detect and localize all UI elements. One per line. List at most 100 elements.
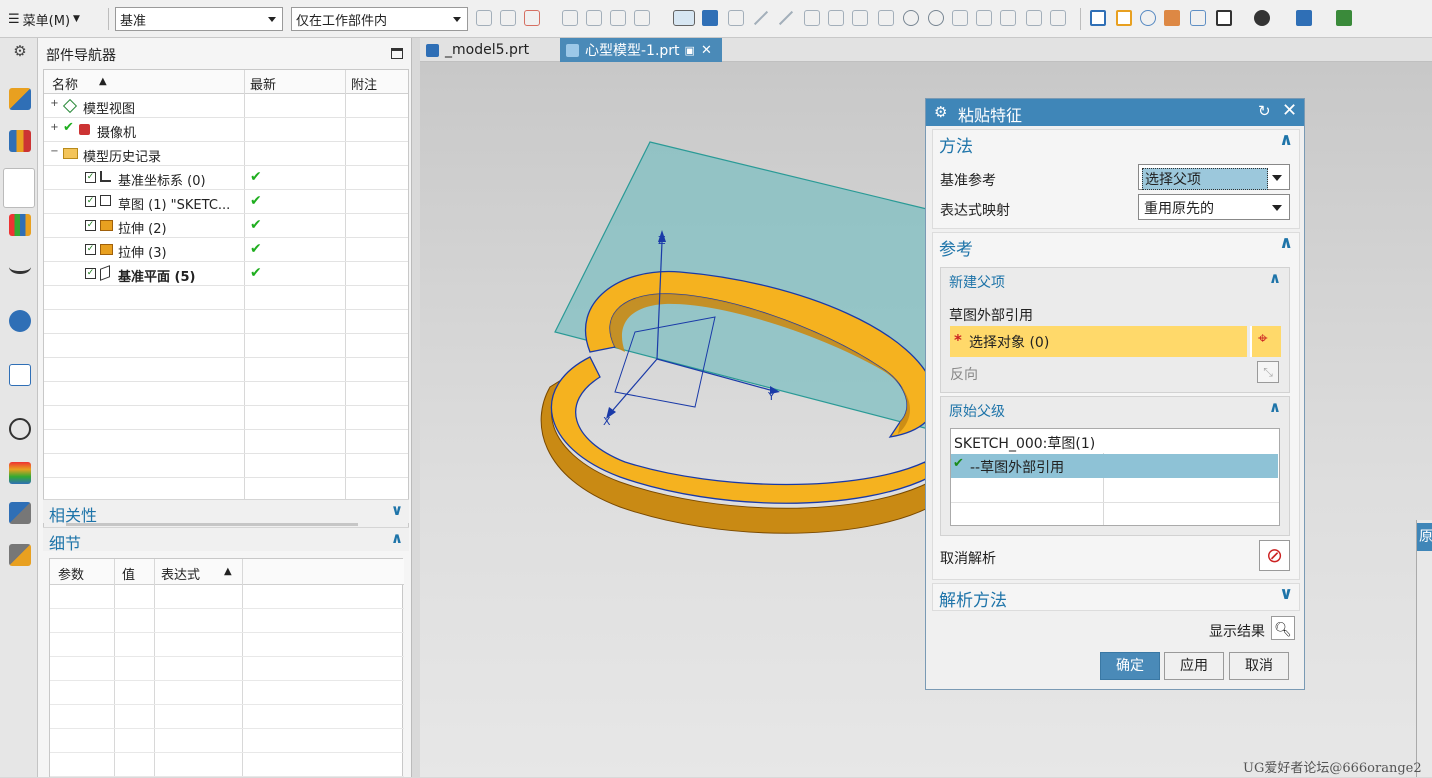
control-point-snap-icon[interactable]	[828, 10, 844, 26]
history-icon[interactable]	[9, 418, 31, 440]
visibility-checkbox[interactable]: ✓	[85, 268, 96, 279]
menu-button[interactable]: ☰ 菜单(M) ▼	[8, 8, 80, 30]
chevron-down-icon[interactable]: ∨	[391, 501, 403, 519]
expr-map-dropdown[interactable]: 重用原先的	[1138, 194, 1290, 220]
snap-point-icon[interactable]	[728, 10, 744, 26]
view-cube-icon[interactable]	[1296, 10, 1312, 26]
rotate-view-icon[interactable]	[1140, 10, 1156, 26]
close-icon[interactable]: ✕	[1282, 100, 1297, 121]
expand-icon[interactable]: +	[50, 99, 59, 109]
collapse-icon[interactable]: −	[50, 147, 59, 157]
chevron-up-icon[interactable]: ∧	[391, 529, 403, 547]
process-studio-icon[interactable]	[9, 502, 31, 524]
part-navigator-icon[interactable]	[3, 168, 35, 208]
list-item-selected[interactable]: ✔ --草图外部引用	[951, 454, 1278, 478]
resolve-method-header[interactable]: 解析方法	[939, 586, 1007, 611]
selection-filter-dropdown[interactable]: 基准	[115, 7, 283, 31]
solid-body-icon[interactable]	[702, 10, 718, 26]
zoom-icon[interactable]	[1116, 10, 1132, 26]
existing-point-snap-icon[interactable]	[952, 10, 968, 26]
orient-view-icon[interactable]	[1216, 10, 1232, 26]
assembly-navigator-icon[interactable]	[9, 88, 31, 110]
line-snap-icon[interactable]	[753, 10, 769, 26]
select-edges-icon[interactable]	[524, 10, 540, 26]
chevron-up-icon[interactable]: ∧	[1279, 233, 1293, 253]
spline-snap-icon[interactable]	[852, 10, 868, 26]
display-mode-icon[interactable]	[1254, 10, 1270, 26]
column-latest[interactable]: 最新	[250, 74, 276, 93]
intersection-snap-icon[interactable]	[878, 10, 894, 26]
chevron-up-icon[interactable]: ∧	[1279, 130, 1293, 150]
point-on-curve-icon[interactable]	[976, 10, 992, 26]
endpoint-snap-icon[interactable]	[778, 10, 794, 26]
quadrant-snap-icon[interactable]	[928, 10, 944, 26]
tree-row-datum-plane[interactable]: ✓ 基准平面 (5) ✔	[44, 262, 408, 286]
select-faces-icon[interactable]	[500, 10, 516, 26]
render-style-icon[interactable]	[1190, 10, 1206, 26]
pan-view-icon[interactable]	[1164, 10, 1180, 26]
visibility-checkbox[interactable]: ✓	[85, 196, 96, 207]
apply-button[interactable]: 应用	[1164, 652, 1224, 680]
tree-row-sketch[interactable]: ✓ 草图 (1) "SKETC... ✔	[44, 190, 408, 214]
column-param[interactable]: 参数	[58, 564, 84, 583]
face-rule-icon[interactable]	[586, 10, 602, 26]
tab-heart-model[interactable]: 心型模型-1.prt ▣ ✕	[560, 38, 722, 62]
palette-icon[interactable]	[9, 462, 31, 484]
rectangle-select-icon[interactable]	[634, 10, 650, 26]
info-icon[interactable]	[9, 310, 31, 332]
gear-icon[interactable]: ⚙	[934, 103, 947, 121]
reference-header[interactable]: 参考	[939, 235, 973, 260]
tree-row-model-history[interactable]: − 模型历史记录	[44, 142, 408, 166]
chevron-up-icon[interactable]: ∧	[1269, 269, 1281, 287]
fit-view-icon[interactable]	[1090, 10, 1106, 26]
column-expression[interactable]: 表达式	[161, 564, 200, 583]
constraint-navigator-icon[interactable]	[9, 130, 31, 152]
bounded-grid-icon[interactable]	[1026, 10, 1042, 26]
select-features-icon[interactable]	[476, 10, 492, 26]
part-select-icon[interactable]	[673, 10, 695, 26]
details-section[interactable]: 细节 ∧	[43, 527, 409, 553]
visibility-checkbox[interactable]: ✓	[85, 220, 96, 231]
original-parent-header[interactable]: 原始父级	[949, 401, 1005, 421]
tree-row-extrude-2[interactable]: ✓ 拉伸 (2) ✔	[44, 214, 408, 238]
selection-scope-dropdown[interactable]: 仅在工作部件内	[291, 7, 468, 31]
roles-icon[interactable]	[9, 544, 31, 566]
new-parent-header[interactable]: 新建父项	[949, 272, 1005, 292]
body-rule-icon[interactable]	[610, 10, 626, 26]
midpoint-snap-icon[interactable]	[804, 10, 820, 26]
visual-reporting-icon[interactable]	[9, 260, 31, 274]
arc-center-snap-icon[interactable]	[903, 10, 919, 26]
visibility-checkbox[interactable]: ✓	[85, 172, 96, 183]
dependencies-section[interactable]: 相关性 ∨	[43, 499, 409, 525]
tree-row-cameras[interactable]: + ✔ 摄像机	[44, 118, 408, 142]
dialog-title-bar[interactable]: ⚙ 粘贴特征 ↻ ✕	[926, 99, 1304, 126]
cancel-parse-button[interactable]: ⊘	[1259, 540, 1290, 571]
tab-model5[interactable]: _model5.prt	[420, 38, 556, 62]
grid-point-icon[interactable]	[1050, 10, 1066, 26]
tree-row-extrude-3[interactable]: ✓ 拉伸 (3) ✔	[44, 238, 408, 262]
reverse-direction-button[interactable]: ⤡	[1257, 361, 1279, 383]
show-result-button[interactable]: 🔍︎	[1271, 616, 1295, 640]
maximize-icon[interactable]	[391, 48, 403, 59]
method-header[interactable]: 方法	[939, 132, 973, 157]
cancel-button[interactable]: 取消	[1229, 652, 1289, 680]
reset-icon[interactable]: ↻	[1258, 102, 1271, 120]
visibility-icon[interactable]	[1336, 10, 1352, 26]
chevron-down-icon[interactable]: ∨	[1279, 584, 1293, 604]
tree-row-model-views[interactable]: + 模型视图	[44, 94, 408, 118]
point-on-face-icon[interactable]	[1000, 10, 1016, 26]
column-name[interactable]: 名称	[52, 74, 78, 93]
point-picker-button[interactable]: ⌖	[1250, 326, 1281, 357]
web-browser-icon[interactable]	[9, 364, 31, 386]
reuse-library-icon[interactable]	[9, 214, 31, 236]
close-icon[interactable]: ✕	[701, 43, 712, 58]
settings-icon[interactable]: ⚙	[9, 42, 31, 64]
select-object-row[interactable]: * 选择对象 (0)	[950, 326, 1247, 357]
tree-row-datum-csys[interactable]: ✓ 基准坐标系 (0) ✔	[44, 166, 408, 190]
column-value[interactable]: 值	[122, 564, 135, 583]
column-note[interactable]: 附注	[351, 74, 377, 93]
ok-button[interactable]: 确定	[1100, 652, 1160, 680]
visibility-checkbox[interactable]: ✓	[85, 244, 96, 255]
chevron-up-icon[interactable]: ∧	[1269, 398, 1281, 416]
list-item[interactable]: SKETCH_000:草图(1)	[954, 433, 1095, 453]
